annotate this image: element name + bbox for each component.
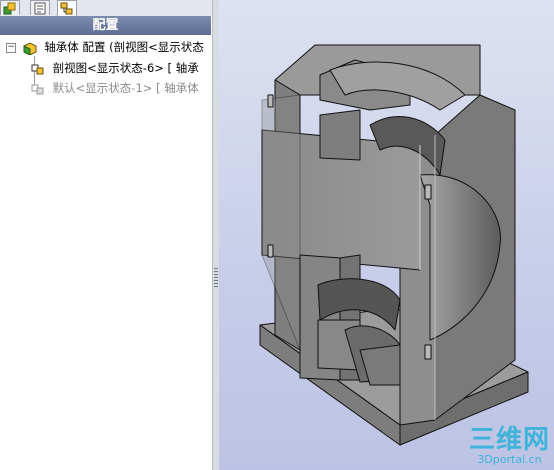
tree-root-label: 轴承体 配置 (剖视图<显示状态	[44, 40, 204, 54]
configuration-icon	[31, 84, 44, 94]
tree-item-label: 默认<显示状态-1> [ 轴承体	[52, 81, 199, 95]
tab-configuration-manager[interactable]	[57, 0, 77, 16]
tree-root-item[interactable]: − 轴承体 配置 (剖视图<显示状态	[6, 38, 212, 56]
watermark-url: 3Dportal.cn	[477, 453, 542, 466]
configuration-manager-icon	[60, 2, 73, 15]
tab-property-manager[interactable]	[30, 0, 50, 15]
tab-feature-manager[interactable]	[0, 0, 20, 15]
bearing-housing-model	[259, 44, 529, 446]
panel-title: 配置	[0, 16, 211, 35]
tree-item-section-view[interactable]: 剖视图<显示状态-6> [ 轴承	[30, 59, 212, 77]
splitter-grip-icon[interactable]	[214, 268, 218, 288]
tree-item-default[interactable]: 默认<显示状态-1> [ 轴承体	[30, 79, 212, 97]
feature-manager-icon	[3, 2, 16, 15]
tree-item-label: 剖视图<显示状态-6> [ 轴承	[52, 61, 199, 75]
watermark-logo-text: 三维网	[468, 425, 550, 455]
property-manager-icon	[34, 2, 46, 15]
collapse-icon[interactable]: −	[6, 42, 16, 53]
panel-splitter[interactable]	[212, 0, 219, 470]
part-icon	[23, 41, 37, 55]
graphics-viewport[interactable]: 三维网 3Dportal.cn	[219, 0, 554, 470]
manager-tab-bar	[0, 0, 212, 16]
configuration-manager-panel: 配置 − 轴承体 配置 (剖视图<显示状态 剖视图<显示状态-6> [ 轴承 默…	[0, 0, 213, 470]
site-watermark: 三维网 3Dportal.cn	[469, 426, 550, 466]
configuration-icon	[31, 64, 44, 74]
